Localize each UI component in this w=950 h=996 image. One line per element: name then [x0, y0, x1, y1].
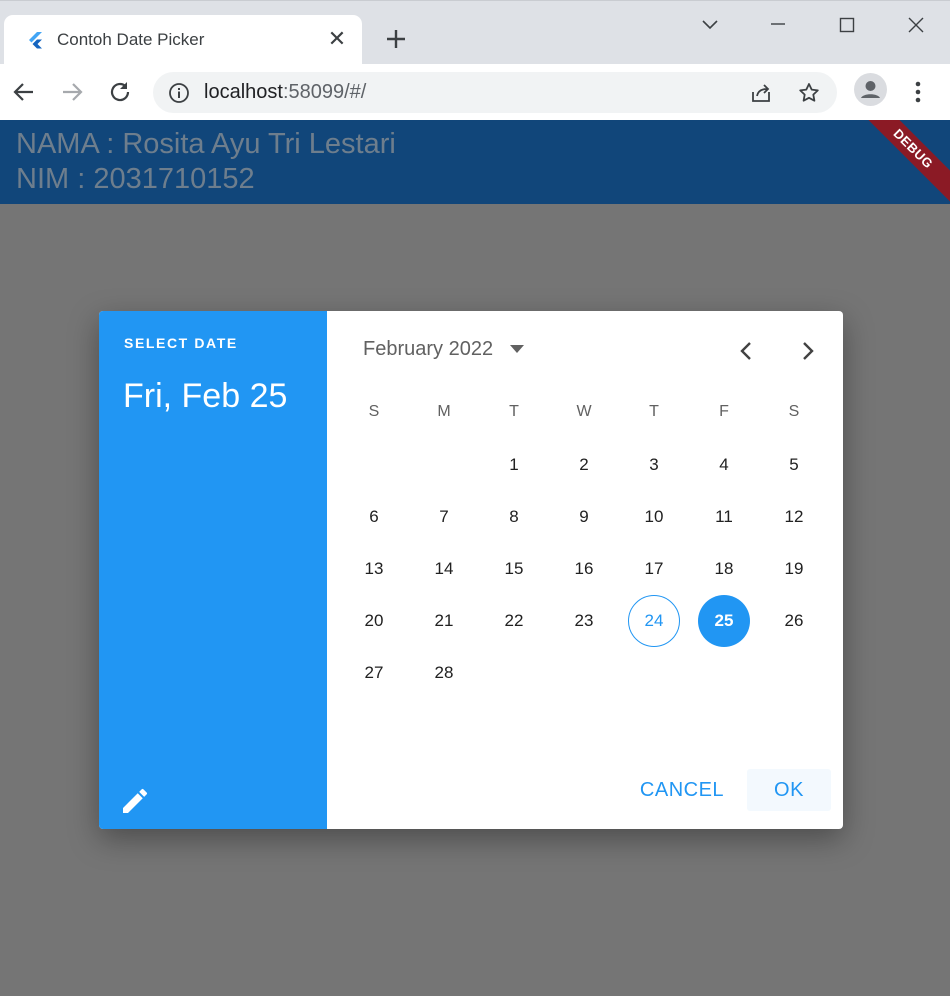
help-text: SELECT DATE: [124, 335, 238, 351]
back-icon[interactable]: [10, 78, 38, 106]
tab-title: Contoh Date Picker: [57, 30, 205, 49]
reload-icon[interactable]: [106, 78, 134, 106]
student-id: NIM : 2031710152: [16, 163, 255, 195]
selected-date-text: Fri, Feb 25: [123, 377, 288, 415]
day-cell[interactable]: 8: [488, 491, 540, 543]
day-cell[interactable]: 9: [558, 491, 610, 543]
weekday-label: M: [437, 403, 451, 420]
day-cell[interactable]: 19: [768, 543, 820, 595]
minimize-icon[interactable]: [764, 11, 792, 39]
weekday-label: W: [576, 403, 592, 420]
day-cell[interactable]: 18: [698, 543, 750, 595]
tab-search-icon[interactable]: [696, 11, 724, 39]
day-cell[interactable]: 4: [698, 439, 750, 491]
browser-tabstrip: Contoh Date Picker ✕: [0, 0, 950, 65]
edit-pencil-icon[interactable]: [119, 785, 151, 817]
day-cell-selected[interactable]: 25: [698, 595, 750, 647]
student-name: NAMA : Rosita Ayu Tri Lestari: [16, 128, 396, 160]
weekday-label: S: [368, 403, 380, 420]
close-tab-icon[interactable]: ✕: [326, 28, 348, 50]
profile-avatar[interactable]: [854, 73, 887, 106]
maximize-icon[interactable]: [833, 11, 861, 39]
day-cell[interactable]: 3: [628, 439, 680, 491]
day-cell[interactable]: 14: [418, 543, 470, 595]
person-icon: [861, 81, 880, 98]
browser-tab[interactable]: Contoh Date Picker ✕: [4, 15, 362, 65]
day-cell[interactable]: 17: [628, 543, 680, 595]
day-cell[interactable]: 22: [488, 595, 540, 647]
weekday-label: S: [788, 403, 800, 420]
next-month-icon[interactable]: [793, 337, 821, 365]
cancel-button[interactable]: CANCEL: [632, 769, 732, 811]
weekday-header: S M T W T F S: [339, 403, 831, 427]
calendar-day-grid: 1 2 3 4 5 6 7 8 9 10 11 12 13 14 15 16 17 18 19 20 21 22 23 24 2…: [339, 439, 831, 751]
date-picker-dialog: SELECT DATE Fri, Feb 25 February 2022 S …: [99, 311, 843, 829]
day-cell-today[interactable]: 24: [628, 595, 680, 647]
month-year-selector[interactable]: February 2022: [363, 338, 493, 361]
url-text[interactable]: localhost:58099/#/: [204, 81, 366, 104]
address-bar[interactable]: localhost:58099/#/: [153, 72, 837, 113]
day-cell[interactable]: 15: [488, 543, 540, 595]
date-picker-header: SELECT DATE Fri, Feb 25: [99, 311, 327, 829]
weekday-label: T: [509, 403, 519, 420]
weekday-label: T: [649, 403, 659, 420]
day-cell[interactable]: 11: [698, 491, 750, 543]
day-cell[interactable]: 28: [418, 647, 470, 699]
share-icon[interactable]: [749, 81, 773, 105]
previous-month-icon[interactable]: [733, 337, 761, 365]
day-cell[interactable]: 16: [558, 543, 610, 595]
day-cell[interactable]: 20: [348, 595, 400, 647]
day-cell[interactable]: 5: [768, 439, 820, 491]
day-cell[interactable]: 10: [628, 491, 680, 543]
more-menu-icon[interactable]: [905, 78, 931, 106]
day-cell[interactable]: 26: [768, 595, 820, 647]
flutter-icon: [29, 32, 42, 49]
info-icon[interactable]: [168, 82, 190, 104]
forward-icon[interactable]: [58, 78, 86, 106]
day-cell[interactable]: 1: [488, 439, 540, 491]
debug-banner: DEBUG: [852, 120, 950, 204]
day-cell[interactable]: 21: [418, 595, 470, 647]
day-cell[interactable]: 27: [348, 647, 400, 699]
app-bar: NAMA : Rosita Ayu Tri Lestari NIM : 2031…: [0, 120, 950, 204]
day-cell[interactable]: 13: [348, 543, 400, 595]
day-cell[interactable]: 12: [768, 491, 820, 543]
ok-button[interactable]: OK: [747, 769, 831, 811]
dropdown-arrow-icon[interactable]: [509, 343, 525, 355]
day-cell[interactable]: 7: [418, 491, 470, 543]
weekday-label: F: [719, 403, 729, 420]
close-window-icon[interactable]: [902, 11, 930, 39]
new-tab-icon[interactable]: [382, 25, 410, 53]
bookmark-star-icon[interactable]: [797, 81, 821, 105]
day-cell[interactable]: 2: [558, 439, 610, 491]
browser-toolbar: localhost:58099/#/: [0, 64, 950, 120]
day-cell[interactable]: 23: [558, 595, 610, 647]
day-cell[interactable]: 6: [348, 491, 400, 543]
